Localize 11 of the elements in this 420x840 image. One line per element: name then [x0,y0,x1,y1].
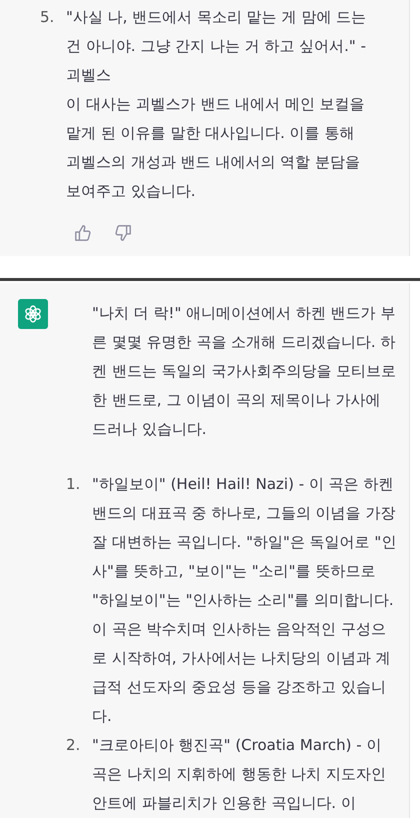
knot-icon [23,304,43,324]
thumbs-down-icon[interactable] [114,224,132,242]
paragraph: "나치 더 락!" 애니메이션에서 하켄 밴드가 부른 몇몇 유명한 곡을 소개해 드리겠습니다. 하켄 밴드는 독일의 국가사회주의당을 모티브로 한 밴드로, 그 이념이 곡의 제목이나 가사에 드러나 있습니다. [92,303,397,440]
list-number: 1. [66,474,82,495]
paragraph: 이 대사는 괴벨스가 밴드 내에서 메인 보컬을 맡게 된 이유를 말한 대사입니다. 이를 통해 괴벨스의 개성과 밴드 내에서의 역할 분담을 보여주고 있습니다. [66,94,366,202]
list-number: 2. [66,735,82,756]
thumbs-up-icon[interactable] [74,224,92,242]
list-number: 5. [40,7,56,28]
paragraph: "사실 나, 밴드에서 목소리 맡는 게 맘에 드는 건 아니야. 그냥 간지 나는 거 하고 싶어서." - 괴벨스 [66,7,368,86]
paragraph: "하일보이" (Heil! Hail! Nazi) - 이 곡은 하켄 밴드의 대표곡 중 하나로, 그들의 이념을 가장 잘 대변하는 곡입니다. "하일"은 독일어로 "인사"를 뜻하고, "보이"는 "소리"를 뜻하므로 "하일보이"는 "인사하는 소리"를 의미합니다. 이 곡은 박수치며 인사하는 음악적인 구성으로 시작하여, 가사에서는 나치당의 이념과 계급적 선도자의 중요성 등을 강조하고 있습니다. [92,474,397,727]
paragraph: "크로아티아 행진곡" (Croatia March) - 이 곡은 나치의 지휘하에 행동한 나치 지도자인 안트에 파블리치가 인용한 곡입니다. 이 [92,735,387,814]
